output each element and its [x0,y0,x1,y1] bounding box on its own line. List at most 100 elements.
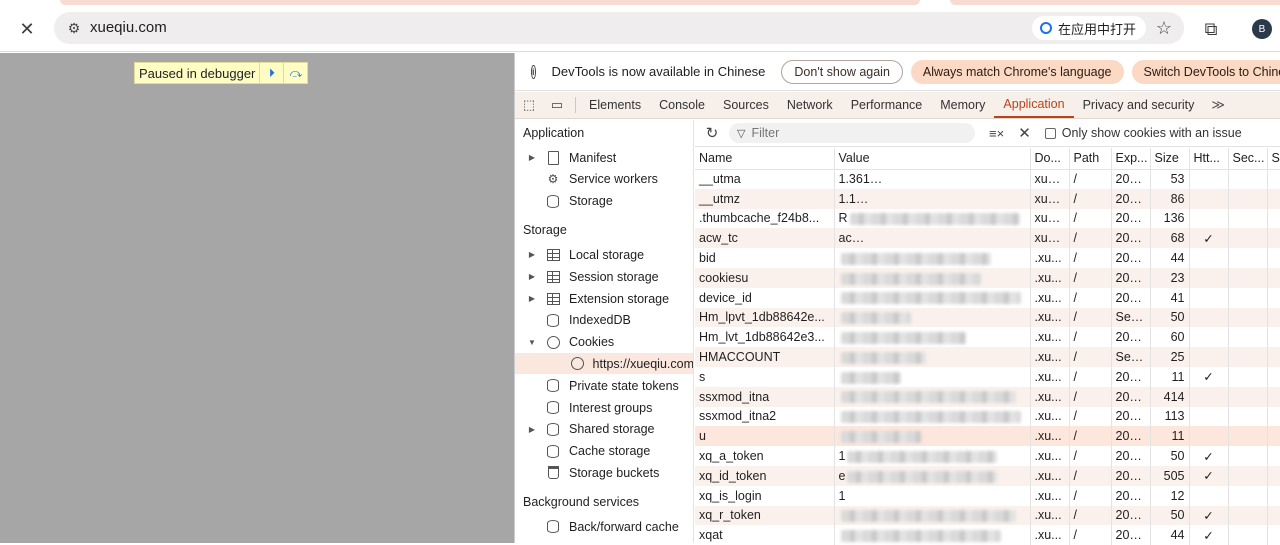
cookie-domain-cell-text: .xu... [1034,528,1062,543]
cookie-name-cell-text: device_id [699,290,752,305]
cookie-domain-cell: .xu... [1030,366,1070,387]
table-row[interactable]: Hm_lpvt_1db88642e... .xu... / Ses... 50 [695,307,1280,328]
column-header[interactable]: Value [834,148,1031,170]
tab-application[interactable]: Application [994,92,1074,118]
cookie-name-cell: xq_id_token [695,465,835,486]
expand-arrow-icon[interactable]: ▶ [527,272,537,281]
address-bar[interactable]: ⚙ xueqiu.com 在应用中打开 ☆ [54,12,1184,44]
table-row[interactable]: __utmz 1.1 xue... / 202... 86 [695,188,1280,209]
table-row[interactable]: bid .xu... / 202... 44 [695,248,1280,268]
filter-field[interactable]: ▽ [729,123,975,143]
tab-edge[interactable] [950,0,1280,5]
column-header[interactable]: Name [695,148,835,170]
cookie-domain-cell-text: .xu... [1034,429,1062,444]
table-row[interactable]: ssxmod_itna2 .xu... / 202... 113 [695,406,1280,427]
tab-memory[interactable]: Memory [931,92,994,118]
expand-arrow-icon[interactable]: ▶ [527,153,537,162]
clear-all-cookies-icon[interactable]: ≡× [989,126,1004,141]
cookie-name-cell: Hm_lpvt_1db88642e... [695,307,835,328]
table-row[interactable]: xqat .xu... / 202... 44 ✓ [695,525,1280,545]
filter-input[interactable] [751,126,952,140]
expand-arrow-icon[interactable]: ▶ [527,294,537,303]
table-row[interactable]: u .xu... / 202... 11 [695,426,1280,447]
cookie-name-cell-text: bid [699,251,716,266]
sidebar-item-cookies[interactable]: ▼ Cookies [515,332,693,353]
checkbox-box[interactable] [1044,127,1056,139]
tab-privacy-and-security[interactable]: Privacy and security [1074,92,1204,118]
table-row[interactable]: xq_r_token .xu... / 202... 50 ✓ [695,505,1280,526]
cookie-secure-cell [1228,287,1268,308]
cookie-domain-cell-text: .xu... [1034,290,1062,305]
profile-avatar[interactable]: B [1252,19,1272,39]
open-in-app-button[interactable]: 在应用中打开 [1031,16,1146,40]
column-header[interactable]: Do... [1030,148,1070,170]
column-header[interactable]: Size [1150,148,1190,170]
sidebar-item-indexeddb[interactable]: IndexedDB [515,310,693,331]
sidebar-item-service-workers[interactable]: ⚙ Service workers [515,169,693,190]
always-match-language-button[interactable]: Always match Chrome's language [910,59,1124,84]
url-text[interactable]: xueqiu.com [90,19,167,36]
refresh-icon[interactable]: ↻ [703,124,721,142]
column-header[interactable]: Path [1069,148,1112,170]
collapse-arrow-icon[interactable]: ▼ [527,338,537,347]
column-header[interactable]: Htt... [1189,148,1229,170]
sidebar-item-private-state-tokens[interactable]: Private state tokens [515,375,693,396]
sidebar-item-local-storage[interactable]: ▶ Local storage [515,244,693,265]
table-row[interactable]: device_id .xu... / 202... 41 [695,287,1280,308]
tab-network[interactable]: Network [778,92,842,118]
only-issues-checkbox[interactable]: Only show cookies with an issue [1044,126,1242,140]
cookie-samesite-cell [1267,426,1280,447]
table-row[interactable]: acw_tc ac xue... / 202... 68 ✓ [695,228,1280,249]
more-tabs-icon[interactable]: ≫ [1211,92,1225,118]
sidebar-item-back-forward-cache[interactable]: Back/forward cache [515,516,693,537]
site-info-icon[interactable]: ⚙ [62,16,86,40]
inspect-element-icon[interactable]: ⬚ [515,92,543,118]
table-row[interactable]: .thumbcache_f24b8... Rxue... / 202... 136 [695,208,1280,229]
table-row[interactable]: __utma 1.361 xue... / 202... 53 [695,169,1280,189]
expand-arrow-icon[interactable]: ▶ [527,425,537,434]
table-row[interactable]: ssxmod_itna .xu... / 202... 414 [695,386,1280,407]
cookie-samesite-cell [1267,505,1280,526]
tab-console[interactable]: Console [650,92,714,118]
cookie-path-cell: / [1069,485,1112,506]
tab-elements[interactable]: Elements [580,92,650,118]
tab-sources[interactable]: Sources [714,92,778,118]
extensions-icon[interactable]: ⧉ [1196,14,1226,44]
bookmark-star-icon[interactable]: ☆ [1152,16,1176,40]
cookie-secure-cell [1228,307,1268,328]
sidebar-item-extension-storage[interactable]: ▶ Extension storage [515,288,693,309]
resume-icon[interactable]: ⏵ [259,63,283,83]
table-row[interactable]: xq_id_token e .xu... / 202... 505 ✓ [695,465,1280,486]
sidebar-item-interest-groups[interactable]: Interest groups [515,397,693,418]
dont-show-again-button[interactable]: Don't show again [781,59,903,84]
expand-arrow-icon[interactable]: ▶ [527,250,537,259]
active-tab-edge[interactable] [60,0,920,5]
column-header[interactable]: Exp... [1111,148,1151,170]
sidebar-item-https-xueqiu-com[interactable]: https://xueqiu.com [515,353,693,375]
sidebar-item-storage[interactable]: Storage [515,191,693,212]
grid-icon-shape [546,270,560,283]
table-row[interactable]: HMACCOUNT .xu... / Ses... 25 [695,347,1280,367]
file-icon-shape [547,150,559,165]
cookie-httponly-cell-text: ✓ [1203,231,1214,246]
delete-selected-icon[interactable]: ✕ [1018,124,1031,142]
column-header[interactable]: S [1267,148,1280,170]
cookie-name-cell-text: HMACCOUNT [699,350,781,365]
sidebar-item-manifest[interactable]: ▶ Manifest [515,147,693,168]
table-row[interactable]: xq_a_token 1 .xu... / 202... 50 ✓ [695,446,1280,466]
table-row[interactable]: s .xu... / 202... 11 ✓ [695,366,1280,387]
device-toolbar-icon[interactable]: ▭ [543,92,571,118]
cookie-value-cell [834,347,1031,367]
sidebar-item-storage-buckets[interactable]: Storage buckets [515,462,693,483]
close-icon[interactable]: ✕ [12,14,42,44]
table-row[interactable]: cookiesu .xu... / 202... 23 [695,267,1280,288]
sidebar-item-session-storage[interactable]: ▶ Session storage [515,266,693,287]
switch-language-button[interactable]: Switch DevTools to Chinese [1131,59,1280,84]
table-row[interactable]: xq_is_login 1 .xu... / 202... 12 [695,485,1280,506]
column-header[interactable]: Sec... [1228,148,1268,170]
step-over-icon[interactable]: ⤼ [283,63,307,83]
tab-performance[interactable]: Performance [842,92,932,118]
table-row[interactable]: Hm_lvt_1db88642e3... .xu... / 202... 60 [695,327,1280,348]
sidebar-item-cache-storage[interactable]: Cache storage [515,441,693,462]
sidebar-item-shared-storage[interactable]: ▶ Shared storage [515,419,693,440]
